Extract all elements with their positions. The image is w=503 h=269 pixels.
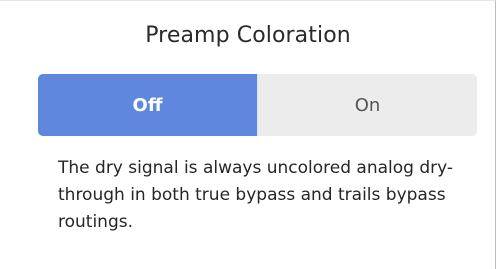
description-text: The dry signal is always uncolored analo… xyxy=(58,158,454,232)
off-option-button[interactable]: Off xyxy=(38,74,257,136)
preamp-coloration-toggle: Off On xyxy=(38,74,477,136)
preamp-coloration-panel: Preamp Coloration Off On The dry signal … xyxy=(0,0,496,269)
panel-title: Preamp Coloration xyxy=(145,23,351,48)
on-option-button[interactable]: On xyxy=(257,74,477,136)
